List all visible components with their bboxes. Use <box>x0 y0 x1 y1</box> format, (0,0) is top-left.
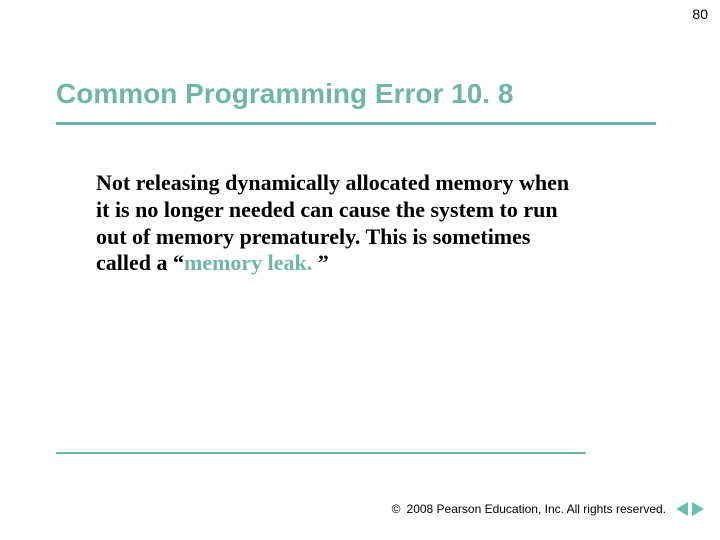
memory-leak-term: memory leak. <box>184 250 312 275</box>
copyright-symbol: © <box>392 502 401 516</box>
quote-open: “ <box>173 250 184 275</box>
page-number: 80 <box>692 6 708 22</box>
body-part1: Not releasing dynamically allocated memo… <box>96 170 569 275</box>
slide-heading: Common Programming Error 10. 8 <box>56 78 513 110</box>
slide-nav <box>676 502 704 516</box>
heading-underline <box>56 122 656 125</box>
body-paragraph: Not releasing dynamically allocated memo… <box>96 170 586 277</box>
bottom-rule <box>56 452 586 454</box>
footer: © 2008 Pearson Education, Inc. All right… <box>392 502 704 516</box>
next-arrow-icon[interactable] <box>692 502 704 516</box>
copyright-text: 2008 Pearson Education, Inc. All rights … <box>407 502 666 516</box>
quote-close: ” <box>312 250 329 275</box>
prev-arrow-icon[interactable] <box>676 502 688 516</box>
